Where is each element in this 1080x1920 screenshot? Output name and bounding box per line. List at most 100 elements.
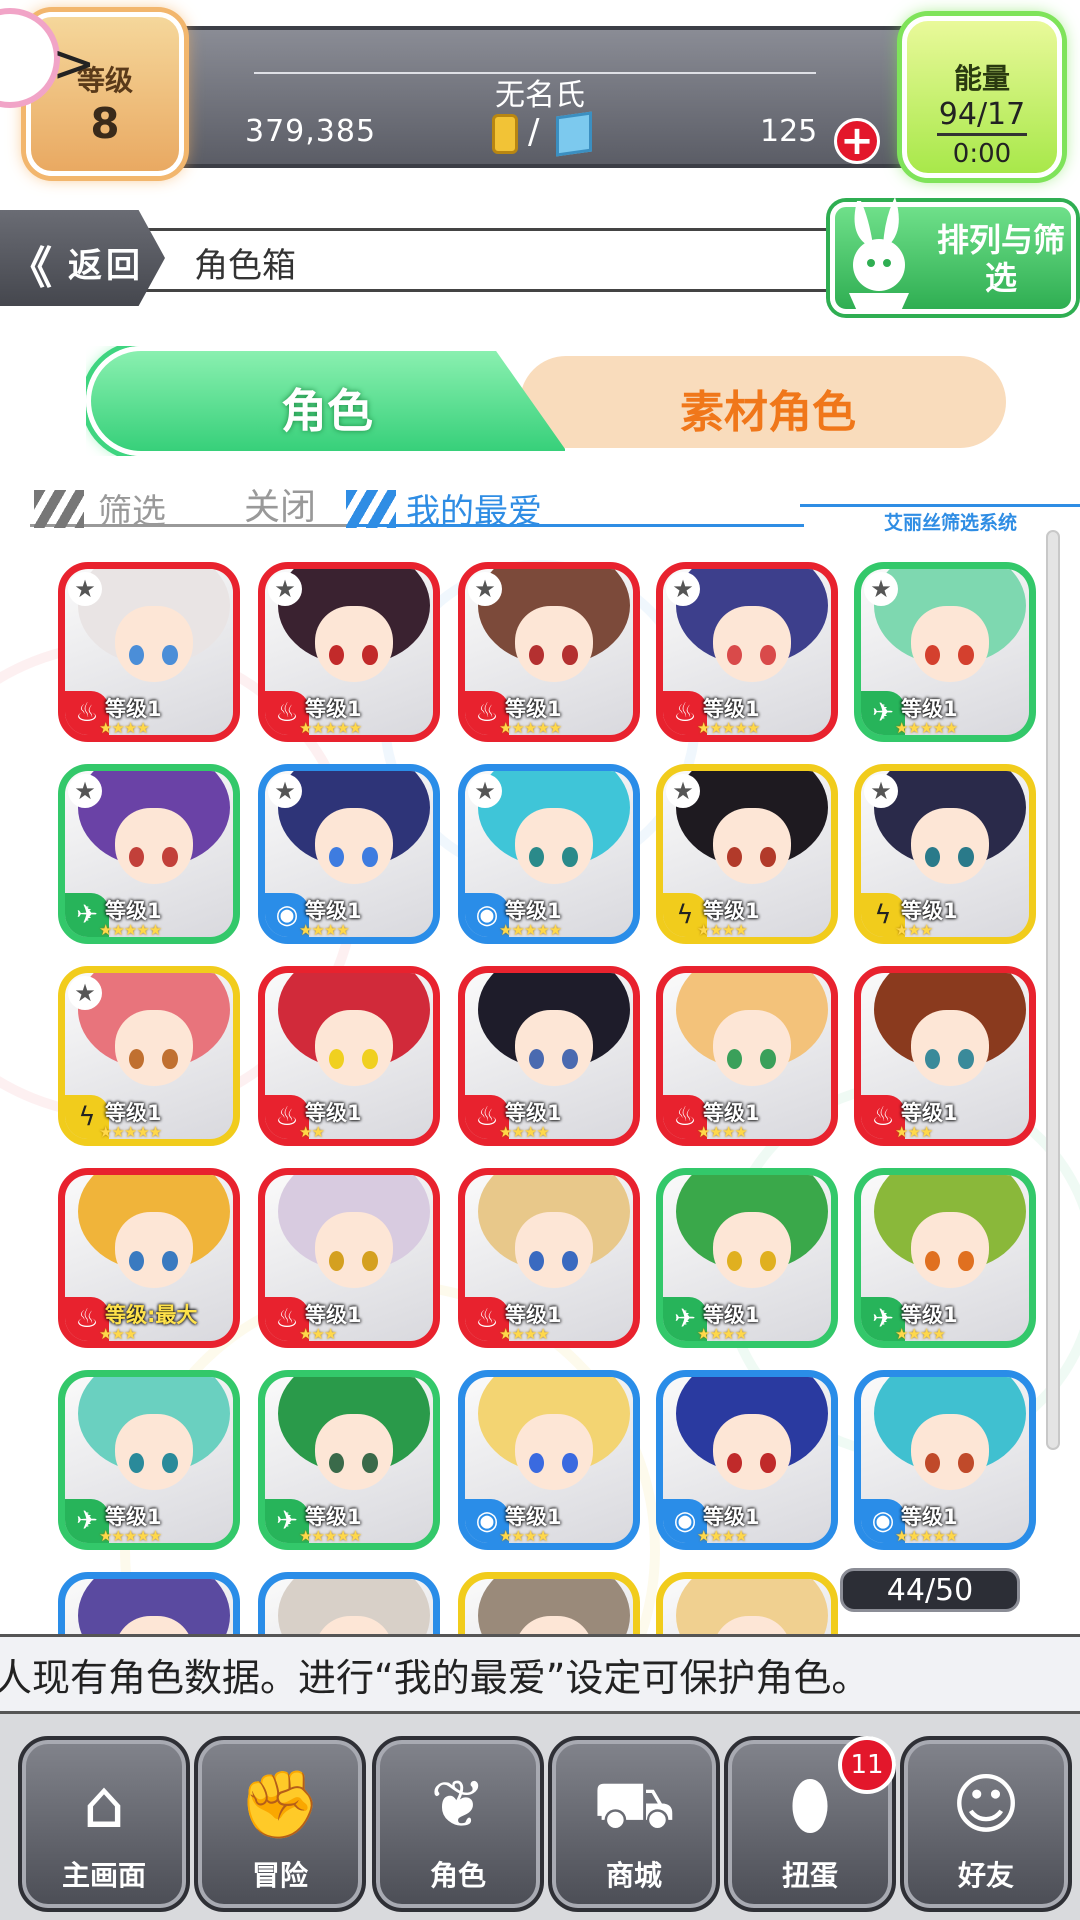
character-card[interactable]: ★ ϟ 等级1 ★★★★★ — [58, 966, 240, 1146]
portrait-eye — [562, 1251, 578, 1272]
nav-home-button[interactable]: ⌂ 主画面 — [18, 1736, 190, 1912]
portrait-eye — [924, 1251, 940, 1272]
home-icon: ⌂ — [83, 1766, 125, 1843]
character-portrait — [663, 1579, 831, 1634]
portrait-eye — [362, 645, 378, 666]
portrait-face — [713, 1211, 791, 1288]
energy-label: 能量 — [953, 62, 1010, 95]
portrait-eye — [128, 847, 144, 868]
rarity-stars: ★★★★ — [299, 921, 350, 939]
favorite-star-icon: ★ — [864, 572, 898, 606]
rarity-stars: ★★★★★ — [895, 1527, 958, 1545]
character-card[interactable]: ★ ♨ 等级1 ★★★★★ — [258, 562, 440, 742]
hint-ticker: 人现有角色数据。进行“我的最爱”设定可保护角色。 — [0, 1634, 1080, 1714]
portrait-face — [911, 605, 989, 682]
portrait-eye — [958, 1251, 974, 1272]
nav-label: 角色 — [429, 1859, 486, 1892]
character-portrait — [65, 1579, 233, 1634]
portrait-eye — [924, 1453, 940, 1474]
portrait-eye — [562, 1049, 578, 1070]
scrollbar[interactable] — [1046, 530, 1060, 1450]
rarity-stars: ★★★★★ — [499, 921, 562, 939]
character-card[interactable]: ◉ 等级1 ★★★★★ — [854, 1370, 1036, 1550]
favorite-star-icon: ★ — [268, 572, 302, 606]
rarity-stars: ★★★★★ — [299, 719, 362, 737]
energy-panel[interactable]: 能量 94/17 0:00 — [902, 16, 1062, 178]
portrait-eye — [328, 847, 344, 868]
rarity-stars: ★★★★★ — [697, 719, 760, 737]
rarity-stars: ★★★ — [895, 921, 933, 939]
rarity-stars: ★★★ — [895, 1123, 933, 1141]
portrait-eye — [162, 847, 178, 868]
level-value: 8 — [90, 99, 120, 148]
character-card[interactable]: ✈ 等级1 ★★★★★ — [58, 1370, 240, 1550]
character-card[interactable]: ♨ 等级1 ★★★ — [854, 966, 1036, 1146]
character-card[interactable]: ♨ 等级1 ★★★ — [258, 1168, 440, 1348]
rarity-stars: ★★ — [299, 1123, 325, 1141]
portrait-eye — [958, 1453, 974, 1474]
character-card[interactable]: ◉ 等级1 ★★★★ — [458, 1370, 640, 1550]
rarity-stars: ★★★★ — [697, 1123, 748, 1141]
character-card[interactable]: ★ ♨ 等级1 ★★★★ — [58, 562, 240, 742]
character-card[interactable]: ★ ◉ 等级1 ★★★★★ — [458, 764, 640, 944]
character-card[interactable]: ◉ 等级1 ★★★★ — [656, 1370, 838, 1550]
character-card[interactable] — [58, 1572, 240, 1634]
character-card[interactable] — [458, 1572, 640, 1634]
portrait-eye — [362, 847, 378, 868]
character-card[interactable]: ★ ♨ 等级1 ★★★★★ — [458, 562, 640, 742]
portrait-eye — [958, 847, 974, 868]
portrait-eye — [162, 1453, 178, 1474]
portrait-face — [515, 1413, 593, 1490]
character-card[interactable] — [258, 1572, 440, 1634]
rarity-stars: ★★★★★ — [99, 1527, 162, 1545]
character-card[interactable]: ★ ♨ 等级1 ★★★★★ — [656, 562, 838, 742]
portrait-eye — [726, 1251, 742, 1272]
portrait-face — [315, 807, 393, 884]
nav-handshake-button[interactable]: ✊ 冒险 — [194, 1736, 366, 1912]
cart-icon: ⛟ — [592, 1766, 676, 1843]
character-card[interactable]: ✈ 等级1 ★★★★★ — [258, 1370, 440, 1550]
portrait-eye — [760, 1251, 776, 1272]
friends-icon: ☺ — [951, 1766, 1021, 1843]
character-card[interactable]: ★ ✈ 等级1 ★★★★★ — [854, 562, 1036, 742]
nav-friends-button[interactable]: ☺ 好友 — [900, 1736, 1072, 1912]
energy-divider — [937, 133, 1027, 136]
rarity-stars: ★★★★★ — [99, 921, 162, 939]
character-card[interactable]: ✈ 等级1 ★★★★ — [656, 1168, 838, 1348]
nav-bunny-button[interactable]: ❦ 角色 — [372, 1736, 544, 1912]
character-card[interactable]: ♨ 等级:最大 ★★★ — [58, 1168, 240, 1348]
character-card[interactable]: ♨ 等级1 ★★★★ — [656, 966, 838, 1146]
box-capacity: 44/50 — [840, 1568, 1020, 1612]
portrait-eye — [528, 1453, 544, 1474]
portrait-face — [515, 605, 593, 682]
nav-label: 好友 — [957, 1859, 1014, 1892]
portrait-face — [911, 1413, 989, 1490]
portrait-eye — [328, 1251, 344, 1272]
nav-label: 主画面 — [61, 1859, 146, 1892]
character-card[interactable]: ✈ 等级1 ★★★★ — [854, 1168, 1036, 1348]
portrait-eye — [726, 847, 742, 868]
character-card[interactable]: ♨ 等级1 ★★★★ — [458, 966, 640, 1146]
rarity-stars: ★★★★ — [697, 1527, 748, 1545]
portrait-eye — [760, 1049, 776, 1070]
portrait-eye — [362, 1049, 378, 1070]
character-card[interactable]: ★ ϟ 等级1 ★★★ — [854, 764, 1036, 944]
nav-cart-button[interactable]: ⛟ 商城 — [548, 1736, 720, 1912]
favorite-star-icon: ★ — [268, 774, 302, 808]
favorite-star-icon: ★ — [68, 976, 102, 1010]
character-card[interactable] — [656, 1572, 838, 1634]
portrait-eye — [924, 645, 940, 666]
character-card[interactable]: ♨ 等级1 ★★ — [258, 966, 440, 1146]
rarity-stars: ★★★★★ — [499, 719, 562, 737]
character-card[interactable]: ♨ 等级1 ★★★★ — [458, 1168, 640, 1348]
favorite-star-icon: ★ — [864, 774, 898, 808]
rarity-stars: ★★★★ — [499, 1325, 550, 1343]
character-card[interactable]: ★ ϟ 等级1 ★★★★ — [656, 764, 838, 944]
nav-label: 冒险 — [251, 1859, 308, 1892]
character-card[interactable]: ★ ✈ 等级1 ★★★★★ — [58, 764, 240, 944]
portrait-eye — [760, 645, 776, 666]
handshake-icon: ✊ — [238, 1766, 322, 1843]
notification-badge: 11 — [838, 1736, 896, 1794]
character-card[interactable]: ★ ◉ 等级1 ★★★★ — [258, 764, 440, 944]
portrait-eye — [162, 645, 178, 666]
